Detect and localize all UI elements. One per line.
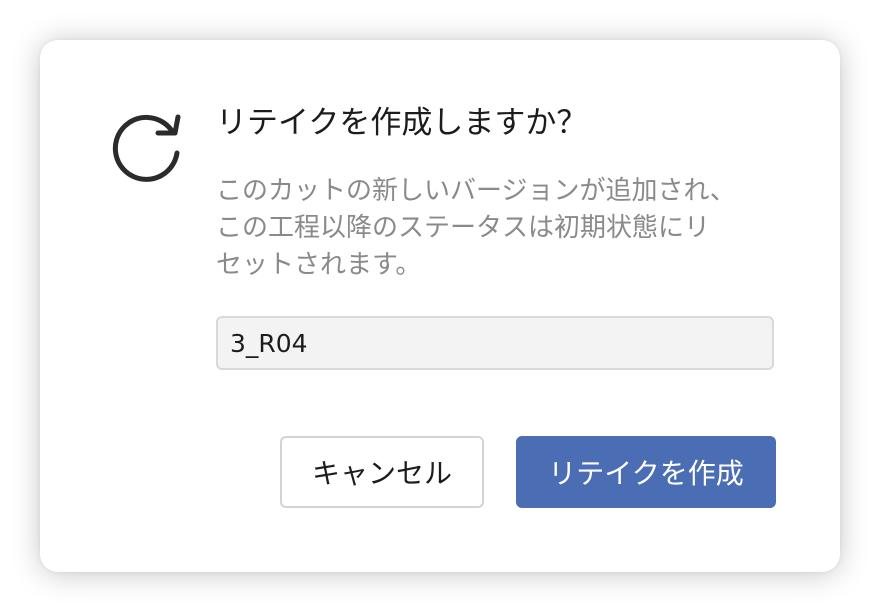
description-line: セットされます。	[216, 250, 422, 280]
dialog-description: このカットの新しいバージョンが追加され、 この工程以降のステータスは初期状態にリセ…	[216, 173, 766, 284]
version-name-input[interactable]	[216, 316, 774, 370]
dialog-title: リテイクを作成しますか？	[216, 105, 588, 141]
cancel-button[interactable]: キャンセル	[280, 436, 484, 508]
description-line: このカットの新しいバージョンが追加され、	[216, 176, 736, 206]
create-retake-button[interactable]: リテイクを作成	[516, 436, 776, 508]
description-line: この工程以降のステータスは初期状態にリ	[216, 213, 711, 243]
backdrop: リテイクを作成しますか？ このカットの新しいバージョンが追加され、 この工程以降の…	[0, 0, 880, 612]
refresh-icon	[112, 114, 181, 182]
